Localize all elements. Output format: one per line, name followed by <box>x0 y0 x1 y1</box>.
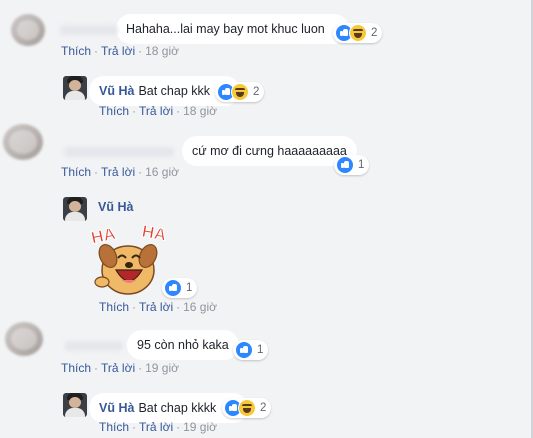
reply-link[interactable]: Trả lời <box>101 165 135 179</box>
avatar[interactable] <box>63 393 87 417</box>
reaction-summary[interactable]: 2 <box>215 82 265 102</box>
reaction-count: 1 <box>186 282 193 294</box>
reaction-summary[interactable]: 1 <box>334 155 370 175</box>
like-link[interactable]: Thích <box>61 361 91 375</box>
reaction-count: 1 <box>358 159 365 171</box>
comment-text: Bat chap kkk <box>138 84 211 98</box>
like-link[interactable]: Thích <box>61 165 91 179</box>
haha-dog-sticker[interactable]: HA HA <box>88 220 168 298</box>
reply-link[interactable]: Trả lời <box>139 300 173 314</box>
like-reaction-icon <box>336 156 354 174</box>
avatar[interactable] <box>11 14 45 46</box>
comment-bubble: Hahaha...lai may bay mot khuc luon <box>60 14 349 44</box>
reply-link[interactable]: Trả lời <box>101 44 135 58</box>
comment-text: Hahaha...lai may bay mot khuc luon <box>126 22 325 36</box>
timestamp[interactable]: 16 giờ <box>183 300 217 314</box>
comment-actions: Thích · Trả lời · 19 giờ <box>61 361 179 375</box>
reaction-summary[interactable]: 2 <box>333 23 383 43</box>
timestamp[interactable]: 18 giờ <box>145 44 179 58</box>
reaction-summary[interactable]: 1 <box>162 278 198 298</box>
avatar[interactable] <box>63 76 87 100</box>
sticker-text-right: HA <box>140 222 167 245</box>
reaction-count: 1 <box>257 344 264 356</box>
comment-text: cứ mơ đi cưng haaaaaaaaa <box>192 144 347 158</box>
sticker-text-left: HA <box>89 224 117 248</box>
reply-link[interactable]: Trả lời <box>101 361 135 375</box>
haha-reaction-icon <box>231 83 249 101</box>
haha-reaction-icon <box>349 24 367 42</box>
like-link[interactable]: Thích <box>99 300 129 314</box>
timestamp[interactable]: 18 giờ <box>183 104 217 118</box>
comment-actions: Thích · Trả lời · 16 giờ <box>99 300 217 314</box>
like-reaction-icon <box>235 341 253 359</box>
avatar[interactable] <box>5 322 43 356</box>
comment-bubble: cứ mơ đi cưng haaaaaaaaa <box>64 136 357 166</box>
comment-author[interactable]: Vũ Hà <box>99 84 134 98</box>
comment-actions: Thích · Trả lời · 18 giờ <box>61 44 179 58</box>
comment-text: Bat chap kkkk <box>138 401 217 415</box>
like-link[interactable]: Thích <box>99 420 129 434</box>
commenter-name-blurred[interactable] <box>65 341 123 351</box>
comment-actions: Thích · Trả lời · 19 giờ <box>99 420 217 434</box>
like-reaction-icon <box>164 279 182 297</box>
comment-text: 95 còn nhỏ kaka <box>137 338 229 352</box>
reaction-count: 2 <box>260 402 267 414</box>
timestamp[interactable]: 16 giờ <box>145 165 179 179</box>
timestamp[interactable]: 19 giờ <box>145 361 179 375</box>
reply-link[interactable]: Trả lời <box>139 104 173 118</box>
commenter-name-blurred[interactable] <box>60 25 118 35</box>
comment-author[interactable]: Vũ Hà <box>99 401 134 415</box>
avatar[interactable] <box>63 197 87 221</box>
comment-actions: Thích · Trả lời · 16 giờ <box>61 165 179 179</box>
reaction-summary[interactable]: 1 <box>233 340 269 360</box>
reaction-count: 2 <box>253 86 260 98</box>
like-link[interactable]: Thích <box>99 104 129 118</box>
like-link[interactable]: Thích <box>61 44 91 58</box>
reaction-summary[interactable]: 2 <box>222 398 272 418</box>
reaction-count: 2 <box>371 27 378 39</box>
comment-actions: Thích · Trả lời · 18 giờ <box>99 104 217 118</box>
comment-author[interactable]: Vũ Hà <box>98 200 133 214</box>
timestamp[interactable]: 19 giờ <box>183 420 217 434</box>
comment-bubble: 95 còn nhỏ kaka <box>65 330 239 360</box>
reply-link[interactable]: Trả lời <box>139 420 173 434</box>
commenter-name-blurred[interactable] <box>64 147 174 157</box>
avatar[interactable] <box>3 124 43 160</box>
haha-reaction-icon <box>238 399 256 417</box>
